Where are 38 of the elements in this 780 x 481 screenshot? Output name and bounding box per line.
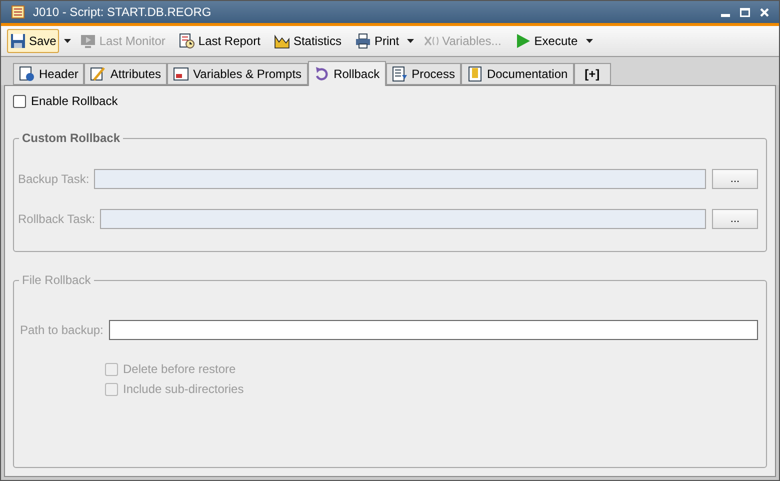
chart-icon — [274, 33, 290, 49]
book-icon — [466, 66, 483, 82]
field-label: Backup Task: — [18, 171, 90, 188]
maximize-icon[interactable] — [740, 8, 750, 16]
window-title: J010 - Script: START.DB.REORG — [33, 4, 212, 21]
script-document-icon — [11, 5, 25, 19]
caret-icon[interactable] — [407, 39, 414, 43]
field-label: Path to backup: — [20, 322, 104, 339]
toolbar-button[interactable]: Last Report — [176, 29, 264, 53]
tab[interactable]: [+] — [574, 63, 611, 85]
pencil-document-icon — [90, 66, 106, 82]
printer-icon — [355, 33, 372, 49]
checkbox-label: Delete before restore — [123, 361, 236, 378]
tab[interactable]: Attributes — [84, 63, 168, 85]
undo-icon — [314, 66, 330, 82]
field-label: Rollback Task: — [18, 211, 96, 228]
toolbar-button[interactable]: Print — [352, 29, 402, 53]
checkbox-label: Include sub-directories — [123, 381, 244, 398]
monitor-icon — [80, 33, 96, 49]
toolbar-button[interactable]: Execute — [512, 29, 581, 53]
tab[interactable]: Process — [386, 63, 461, 85]
close-icon[interactable] — [760, 8, 769, 16]
tab[interactable]: Variables & Prompts — [167, 63, 308, 85]
tab[interactable]: Header — [13, 63, 84, 85]
variables-window-icon — [173, 66, 190, 82]
toolbar-button[interactable]: Save — [7, 29, 60, 53]
tab[interactable]: Documentation — [460, 63, 574, 85]
checkbox[interactable] — [13, 94, 26, 108]
report-clock-icon — [179, 33, 196, 49]
caret-icon[interactable] — [64, 39, 72, 43]
checkbox-label: Enable Rollback — [31, 93, 118, 110]
play-icon — [515, 33, 532, 49]
toolbar-button[interactable]: Statistics — [271, 29, 344, 53]
document-info-icon — [19, 66, 35, 82]
caret-icon[interactable] — [586, 39, 593, 43]
tab[interactable]: Rollback — [308, 61, 386, 86]
text-field[interactable] — [109, 320, 758, 340]
process-list-icon — [392, 66, 408, 82]
